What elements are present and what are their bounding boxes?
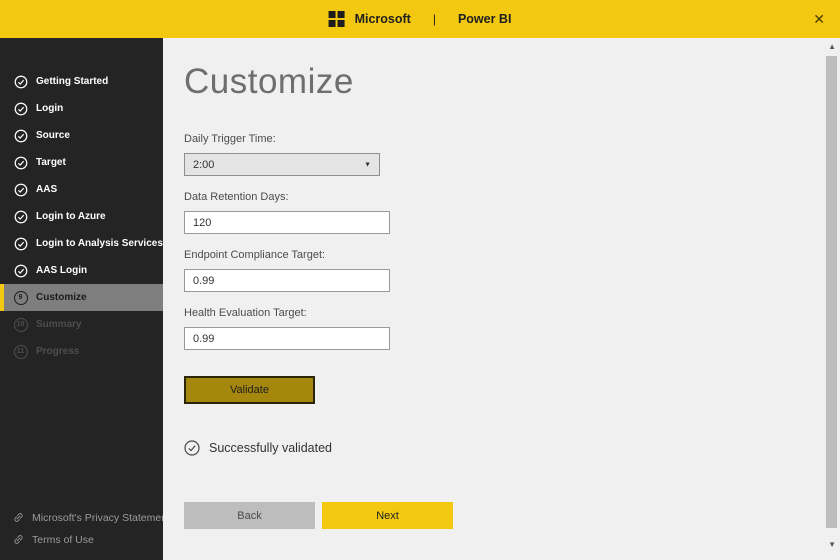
scroll-down-icon[interactable]: ▼ (828, 541, 836, 549)
step-label: Summary (36, 319, 82, 330)
step-label: Source (36, 130, 70, 141)
check-circle-icon (13, 128, 28, 143)
daily-trigger-time-value: 2:00 (193, 158, 215, 171)
validation-status: Successfully validated (184, 440, 332, 456)
step-label: Getting Started (36, 76, 109, 87)
sidebar-step-login-to-azure[interactable]: Login to Azure (0, 203, 163, 230)
validate-button[interactable]: Validate (184, 376, 315, 404)
app-window: Microsoft | Power BI ✕ Getting Started L… (0, 0, 840, 560)
scrollbar-thumb[interactable] (826, 56, 837, 528)
daily-trigger-time-label: Daily Trigger Time: (184, 133, 276, 145)
title-bar: Microsoft | Power BI ✕ (0, 0, 840, 38)
step-label: Login (36, 103, 64, 114)
step-label: Login to Azure (36, 211, 106, 222)
terms-of-use-label: Terms of Use (32, 533, 94, 546)
brand-group: Microsoft | Power BI (328, 11, 512, 27)
privacy-statement-label: Microsoft's Privacy Statement (32, 511, 170, 524)
scroll-up-icon[interactable]: ▲ (828, 43, 836, 51)
brand-text: Microsoft (354, 12, 411, 26)
step-number-icon: 11 (13, 344, 28, 359)
validation-status-text: Successfully validated (209, 441, 332, 455)
field-health-evaluation-target: Health Evaluation Target: (184, 307, 390, 350)
sidebar-step-summary[interactable]: 10 Summary (0, 311, 163, 338)
sidebar-step-customize[interactable]: 9 Customize (0, 284, 163, 311)
step-number-icon: 10 (13, 317, 28, 332)
step-number-icon: 9 (13, 290, 28, 305)
product-text: Power BI (457, 12, 512, 26)
step-label: Login to Analysis Services (36, 238, 163, 249)
wizard-steps: Getting Started Login Source Target AAS … (0, 68, 163, 365)
health-evaluation-target-input[interactable] (184, 327, 390, 350)
sidebar-step-source[interactable]: Source (0, 122, 163, 149)
check-circle-icon (184, 440, 200, 456)
endpoint-compliance-target-label: Endpoint Compliance Target: (184, 249, 326, 261)
check-circle-icon (13, 236, 28, 251)
link-icon (14, 513, 23, 522)
step-label: AAS Login (36, 265, 88, 276)
wizard-sidebar: Getting Started Login Source Target AAS … (0, 38, 170, 560)
check-circle-icon (13, 209, 28, 224)
data-retention-days-input[interactable] (184, 211, 390, 234)
sidebar-step-login-to-analysis-services[interactable]: Login to Analysis Services (0, 230, 163, 257)
sidebar-step-login[interactable]: Login (0, 95, 163, 122)
field-daily-trigger-time: Daily Trigger Time: 2:00 ▼ (184, 133, 380, 176)
endpoint-compliance-target-input[interactable] (184, 269, 390, 292)
close-icon[interactable]: ✕ (811, 10, 827, 28)
privacy-statement-link[interactable]: Microsoft's Privacy Statement (12, 511, 170, 524)
sidebar-step-target[interactable]: Target (0, 149, 163, 176)
next-button[interactable]: Next (322, 502, 453, 529)
main-panel: Customize Daily Trigger Time: 2:00 ▼ Dat… (163, 38, 840, 560)
health-evaluation-target-label: Health Evaluation Target: (184, 307, 307, 319)
check-circle-icon (13, 101, 28, 116)
sidebar-step-progress[interactable]: 11 Progress (0, 338, 163, 365)
check-circle-icon (13, 155, 28, 170)
step-label: Progress (36, 346, 80, 357)
sidebar-footer: Microsoft's Privacy Statement Terms of U… (12, 511, 170, 546)
daily-trigger-time-select[interactable]: 2:00 ▼ (184, 153, 380, 176)
brand-separator: | (432, 12, 436, 26)
check-circle-icon (13, 263, 28, 278)
check-circle-icon (13, 74, 28, 89)
data-retention-days-label: Data Retention Days: (184, 191, 289, 203)
page-title: Customize (184, 62, 354, 101)
field-endpoint-compliance-target: Endpoint Compliance Target: (184, 249, 390, 292)
step-label: AAS (36, 184, 58, 195)
sidebar-step-getting-started[interactable]: Getting Started (0, 68, 163, 95)
back-button[interactable]: Back (184, 502, 315, 529)
link-icon (14, 535, 23, 544)
chevron-down-icon: ▼ (364, 161, 371, 168)
step-label: Target (36, 157, 66, 168)
terms-of-use-link[interactable]: Terms of Use (12, 533, 170, 546)
microsoft-logo-icon (328, 11, 345, 27)
check-circle-icon (13, 182, 28, 197)
field-data-retention-days: Data Retention Days: (184, 191, 390, 234)
sidebar-step-aas[interactable]: AAS (0, 176, 163, 203)
sidebar-step-aas-login[interactable]: AAS Login (0, 257, 163, 284)
step-label: Customize (36, 292, 87, 303)
